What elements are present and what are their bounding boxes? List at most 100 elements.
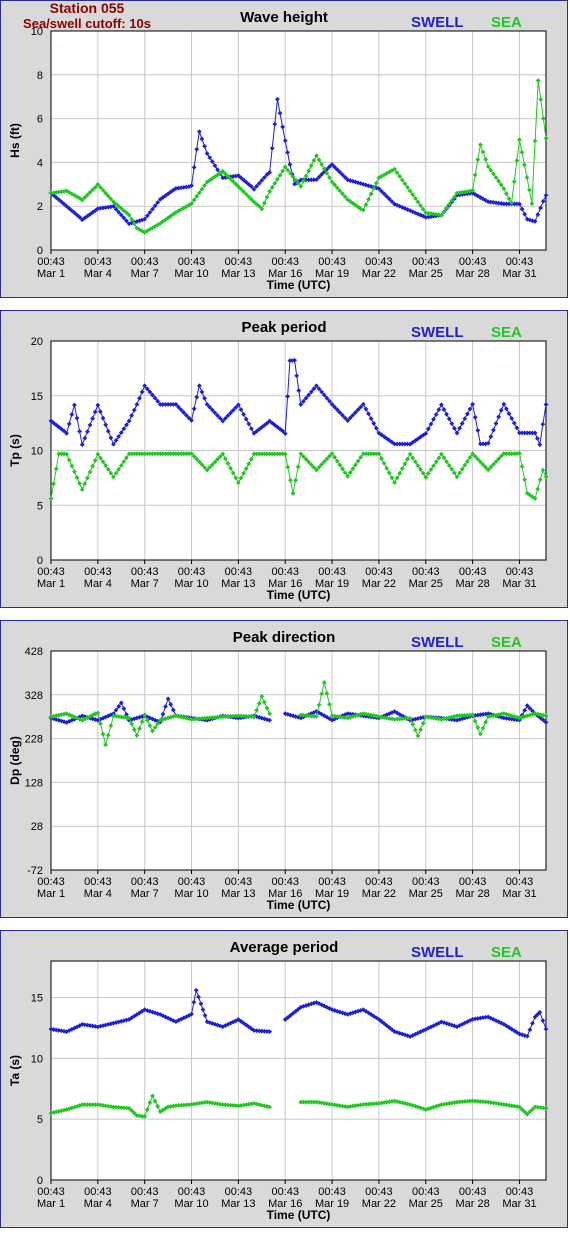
- legend-sea: SEA: [491, 634, 522, 651]
- x-tick-label-time: 00:43: [506, 1186, 534, 1198]
- x-tick-label-time: 00:43: [365, 256, 393, 268]
- x-tick-label-time: 00:43: [178, 256, 206, 268]
- y-tick-label: 4: [37, 157, 43, 169]
- x-tick-label-date: Mar 22: [362, 268, 396, 280]
- x-tick-label-time: 00:43: [459, 256, 487, 268]
- x-tick-label-date: Mar 25: [409, 888, 443, 900]
- x-tick-label-time: 00:43: [131, 566, 159, 578]
- legend-swell: SWELL: [411, 14, 464, 31]
- y-tick-label: 428: [25, 646, 43, 658]
- x-tick-label-time: 00:43: [412, 876, 440, 888]
- y-tick-label: 15: [31, 993, 43, 1005]
- legend-swell: SWELL: [411, 634, 464, 651]
- x-tick-label-date: Mar 7: [131, 1198, 159, 1210]
- x-tick-label-time: 00:43: [131, 876, 159, 888]
- y-tick-label: 5: [37, 500, 43, 512]
- x-tick-label-date: Mar 28: [455, 888, 489, 900]
- x-axis-label: Time (UTC): [267, 278, 331, 292]
- chart-title: Peak direction: [233, 629, 336, 646]
- peak-direction-panel: -72 28 128 228 328 428 00:43 Mar 1 00:43 Mar 4 00:…: [0, 620, 568, 918]
- x-tick-label-date: Mar 28: [455, 578, 489, 590]
- x-tick-label-date: Mar 25: [409, 1198, 443, 1210]
- y-axis-label: Dp (deg): [8, 736, 22, 785]
- x-tick-label-date: Mar 13: [221, 268, 255, 280]
- x-tick-label-date: Mar 7: [131, 578, 159, 590]
- plot-area: [51, 651, 546, 870]
- x-tick-label-date: Mar 10: [174, 1198, 208, 1210]
- x-tick-label-date: Mar 25: [409, 578, 443, 590]
- y-tick-label: 28: [31, 821, 43, 833]
- x-tick-label-date: Mar 22: [362, 888, 396, 900]
- chart-title: Peak period: [241, 319, 326, 336]
- x-tick-label-date: Mar 10: [174, 268, 208, 280]
- x-tick-label-time: 00:43: [178, 566, 206, 578]
- y-tick-label: 10: [31, 446, 43, 458]
- x-tick-label-date: Mar 1: [37, 888, 65, 900]
- x-tick-label-date: Mar 4: [84, 268, 112, 280]
- x-tick-label-time: 00:43: [318, 256, 346, 268]
- x-axis-label: Time (UTC): [267, 1208, 331, 1222]
- y-axis-label: Tp (s): [8, 434, 22, 467]
- x-tick-label-time: 00:43: [459, 566, 487, 578]
- x-tick-label-time: 00:43: [318, 1186, 346, 1198]
- plot-area: [51, 961, 546, 1180]
- x-tick-label-date: Mar 13: [221, 1198, 255, 1210]
- x-tick-label-date: Mar 4: [84, 888, 112, 900]
- x-tick-label-time: 00:43: [84, 876, 112, 888]
- x-tick-label-time: 00:43: [271, 256, 299, 268]
- y-axis-label: Hs (ft): [8, 123, 22, 158]
- x-tick-label-date: Mar 31: [502, 578, 536, 590]
- legend-sea: SEA: [491, 324, 522, 341]
- x-tick-label-date: Mar 22: [362, 1198, 396, 1210]
- sea-swell-cutoff: Sea/swell cutoff: 10s: [23, 16, 151, 31]
- x-tick-label-time: 00:43: [318, 876, 346, 888]
- station-header: Station 055 Sea/swell cutoff: 10s: [0, 1, 174, 32]
- x-tick-label-time: 00:43: [459, 1186, 487, 1198]
- x-tick-label-time: 00:43: [412, 1186, 440, 1198]
- x-tick-label-date: Mar 1: [37, 578, 65, 590]
- x-tick-label-date: Mar 13: [221, 578, 255, 590]
- x-tick-label-time: 00:43: [131, 256, 159, 268]
- average-period-panel: 0 5 10 15 00:43 Mar 1 00:43 Mar 4 00:43 Mar 7 00:4…: [0, 930, 568, 1228]
- y-tick-label: 6: [37, 114, 43, 126]
- peak-period-panel: 0 5 10 15 20 00:43 Mar 1 00:43 Mar 4 00:43 Mar 7 00…: [0, 310, 568, 608]
- x-tick-label-date: Mar 31: [502, 268, 536, 280]
- x-tick-label-time: 00:43: [271, 1186, 299, 1198]
- y-tick-label: 10: [31, 1053, 43, 1065]
- x-tick-label-date: Mar 7: [131, 268, 159, 280]
- x-tick-label-time: 00:43: [37, 876, 65, 888]
- legend-sea: SEA: [491, 944, 522, 961]
- x-tick-label-date: Mar 4: [84, 1198, 112, 1210]
- y-tick-label: 328: [25, 690, 43, 702]
- x-tick-label-time: 00:43: [37, 566, 65, 578]
- y-tick-label: 128: [25, 777, 43, 789]
- x-tick-label-time: 00:43: [318, 566, 346, 578]
- x-tick-label-time: 00:43: [131, 1186, 159, 1198]
- x-tick-label-date: Mar 7: [131, 888, 159, 900]
- x-tick-label-date: Mar 1: [37, 268, 65, 280]
- peak-direction-chart: -722812822832842800:43Mar 100:43Mar 400:…: [8, 629, 549, 912]
- x-tick-label-time: 00:43: [225, 876, 253, 888]
- x-tick-label-time: 00:43: [459, 876, 487, 888]
- y-tick-label: 15: [31, 391, 43, 403]
- x-tick-label-date: Mar 31: [502, 888, 536, 900]
- x-tick-label-time: 00:43: [178, 1186, 206, 1198]
- x-tick-label-time: 00:43: [271, 876, 299, 888]
- x-tick-label-time: 00:43: [271, 566, 299, 578]
- x-tick-label-date: Mar 22: [362, 578, 396, 590]
- chart-title: Average period: [230, 939, 339, 956]
- x-tick-label-time: 00:43: [225, 256, 253, 268]
- average-period-chart: 05101500:43Mar 100:43Mar 400:43Mar 700:4…: [8, 939, 549, 1222]
- y-tick-label: 5: [37, 1114, 43, 1126]
- x-tick-label-date: Mar 10: [174, 578, 208, 590]
- x-tick-label-time: 00:43: [412, 566, 440, 578]
- x-tick-label-date: Mar 10: [174, 888, 208, 900]
- y-tick-label: 20: [31, 336, 43, 348]
- x-tick-label-date: Mar 25: [409, 268, 443, 280]
- x-tick-label-time: 00:43: [37, 1186, 65, 1198]
- y-tick-label: 8: [37, 70, 43, 82]
- x-tick-label-time: 00:43: [365, 876, 393, 888]
- x-tick-label-time: 00:43: [84, 566, 112, 578]
- x-tick-label-date: Mar 31: [502, 1198, 536, 1210]
- wave-height-chart: 024681000:43Mar 100:43Mar 400:43Mar 700:…: [8, 9, 549, 292]
